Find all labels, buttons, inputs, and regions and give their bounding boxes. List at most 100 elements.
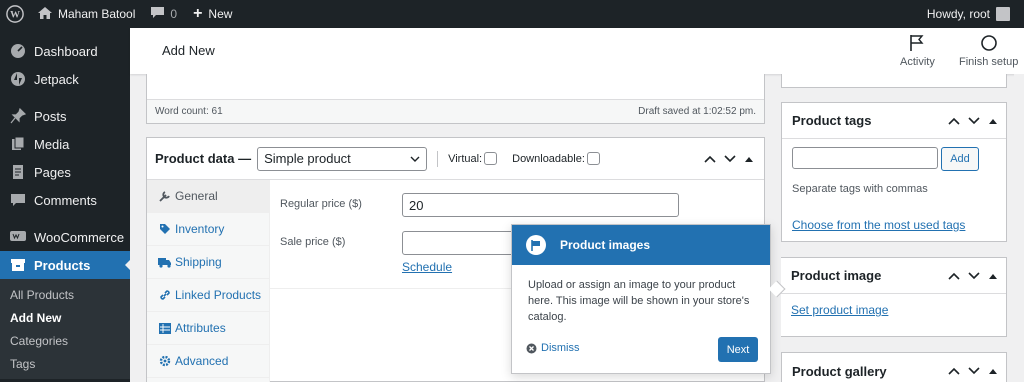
move-up-icon[interactable] (704, 155, 716, 163)
progress-circle-icon (980, 35, 997, 51)
collapse-toggle-icon[interactable] (744, 156, 754, 162)
sidebar-item-comments[interactable]: Comments (0, 186, 130, 214)
truck-icon (157, 257, 173, 268)
tab-label: Shipping (175, 255, 222, 269)
box-controls (948, 271, 1006, 280)
dismiss-button[interactable]: Dismiss (526, 342, 580, 354)
sidebar-item-woocommerce[interactable]: WooCommerce (0, 223, 130, 251)
sidebar-item-label: WooCommerce (34, 229, 125, 245)
dismiss-label: Dismiss (541, 342, 580, 354)
sidebar-item-label: Jetpack (34, 71, 79, 87)
content-editor[interactable]: Word count: 61 Draft saved at 1:02:52 pm… (146, 74, 765, 124)
choose-tags-link[interactable]: Choose from the most used tags (792, 218, 965, 232)
move-down-icon[interactable] (968, 367, 980, 375)
collapse-toggle-icon[interactable] (988, 368, 998, 374)
tab-inventory[interactable]: Inventory (147, 213, 269, 246)
submenu-item-tags[interactable]: Tags (0, 352, 130, 375)
howdy-text: Howdy, root (926, 7, 990, 21)
product-images-tour-popup: Product images Upload or assign an image… (511, 224, 786, 374)
submenu-item-all-products[interactable]: All Products (0, 283, 130, 306)
products-submenu: All Products Add New Categories Tags (0, 279, 130, 379)
woocommerce-icon (8, 230, 28, 244)
pages-icon (8, 164, 28, 180)
tour-header: Product images (512, 225, 770, 265)
close-circle-icon (526, 343, 537, 353)
downloadable-checkbox[interactable] (586, 152, 600, 165)
admin-sidebar: Dashboard Jetpack Posts Media Pages Comm… (0, 28, 131, 382)
product-gallery-title: Product gallery (792, 363, 887, 379)
product-data-header: Product data — Simple product Virtual: D… (147, 138, 764, 180)
product-type-select[interactable]: Simple product (257, 146, 428, 171)
product-tags-box: Product tags Add Separate tags with comm… (781, 102, 1007, 242)
move-up-icon[interactable] (948, 272, 960, 280)
activity-label: Activity (900, 56, 935, 68)
move-down-icon[interactable] (724, 154, 736, 163)
submenu-item-add-new[interactable]: Add New (0, 306, 130, 329)
virtual-checkbox[interactable] (484, 152, 498, 165)
product-image-title: Product image (791, 268, 882, 283)
comments-icon (8, 192, 28, 208)
product-type-value: Simple product (264, 151, 351, 166)
product-tags-header: Product tags (782, 103, 1006, 139)
comments-link[interactable]: 0 (143, 0, 185, 28)
tab-general[interactable]: General (147, 180, 269, 213)
product-data-title: Product data — (155, 151, 252, 166)
pin-icon (8, 108, 28, 124)
schedule-link[interactable]: Schedule (402, 260, 452, 274)
sidebar-item-media[interactable]: Media (0, 130, 130, 158)
sidebar-item-products[interactable]: Products (0, 251, 131, 279)
sidebar-item-dashboard[interactable]: Dashboard (0, 37, 130, 65)
home-icon (38, 6, 52, 22)
link-icon (157, 289, 173, 301)
wordpress-logo-icon[interactable]: W (0, 0, 30, 28)
tab-label: General (175, 189, 218, 203)
next-button[interactable]: Next (718, 337, 758, 362)
set-product-image-link[interactable]: Set product image (791, 303, 888, 317)
box-controls (948, 367, 1006, 375)
move-down-icon[interactable] (968, 116, 980, 125)
avatar (996, 7, 1010, 21)
flag-icon (526, 235, 546, 255)
activity-button[interactable]: Activity (900, 34, 935, 68)
box-controls (704, 154, 764, 163)
move-up-icon[interactable] (948, 367, 960, 375)
tab-label: Attributes (175, 321, 226, 335)
flag-icon (910, 35, 924, 51)
tab-linked-products[interactable]: Linked Products (147, 279, 269, 312)
collapse-toggle-icon[interactable] (988, 273, 998, 279)
draft-saved-status: Draft saved at 1:02:52 pm. (638, 106, 756, 117)
add-tag-button[interactable]: Add (941, 147, 979, 171)
new-label: New (208, 7, 233, 21)
new-content-link[interactable]: + New (185, 0, 240, 28)
box-controls (948, 116, 1006, 125)
regular-price-input[interactable]: 20 (402, 193, 679, 217)
sidebar-item-label: Products (34, 257, 91, 273)
product-data-tabs: General Inventory Shipping Linked Produc… (147, 180, 270, 382)
sidebar-item-jetpack[interactable]: Jetpack (0, 65, 130, 93)
site-name-link[interactable]: Maham Batool (30, 0, 143, 28)
tour-title: Product images (560, 238, 651, 252)
collapse-toggle-icon[interactable] (988, 118, 998, 124)
tab-label: Inventory (175, 222, 225, 236)
jetpack-icon (8, 71, 28, 87)
sidebar-item-pages[interactable]: Pages (0, 158, 130, 186)
editor-status-bar: Word count: 61 Draft saved at 1:02:52 pm… (147, 99, 764, 123)
submenu-item-categories[interactable]: Categories (0, 329, 130, 352)
page-scrollbar[interactable] (1014, 74, 1024, 382)
tab-shipping[interactable]: Shipping (147, 246, 269, 279)
move-up-icon[interactable] (948, 117, 960, 125)
tab-attributes[interactable]: Attributes (147, 312, 269, 345)
finish-setup-button[interactable]: Finish setup (959, 34, 1018, 68)
sidebar-item-posts[interactable]: Posts (0, 102, 130, 130)
new-tag-input[interactable] (792, 147, 938, 169)
sidebar-item-label: Pages (34, 164, 71, 180)
dashboard-icon (8, 43, 28, 59)
page-title: Add New (162, 43, 215, 58)
plus-icon: + (193, 5, 203, 22)
header-divider (437, 150, 439, 167)
user-account-menu[interactable]: Howdy, root (919, 0, 1024, 28)
tag-icon (157, 223, 173, 235)
move-down-icon[interactable] (968, 271, 980, 280)
tab-advanced[interactable]: Advanced (147, 345, 269, 378)
